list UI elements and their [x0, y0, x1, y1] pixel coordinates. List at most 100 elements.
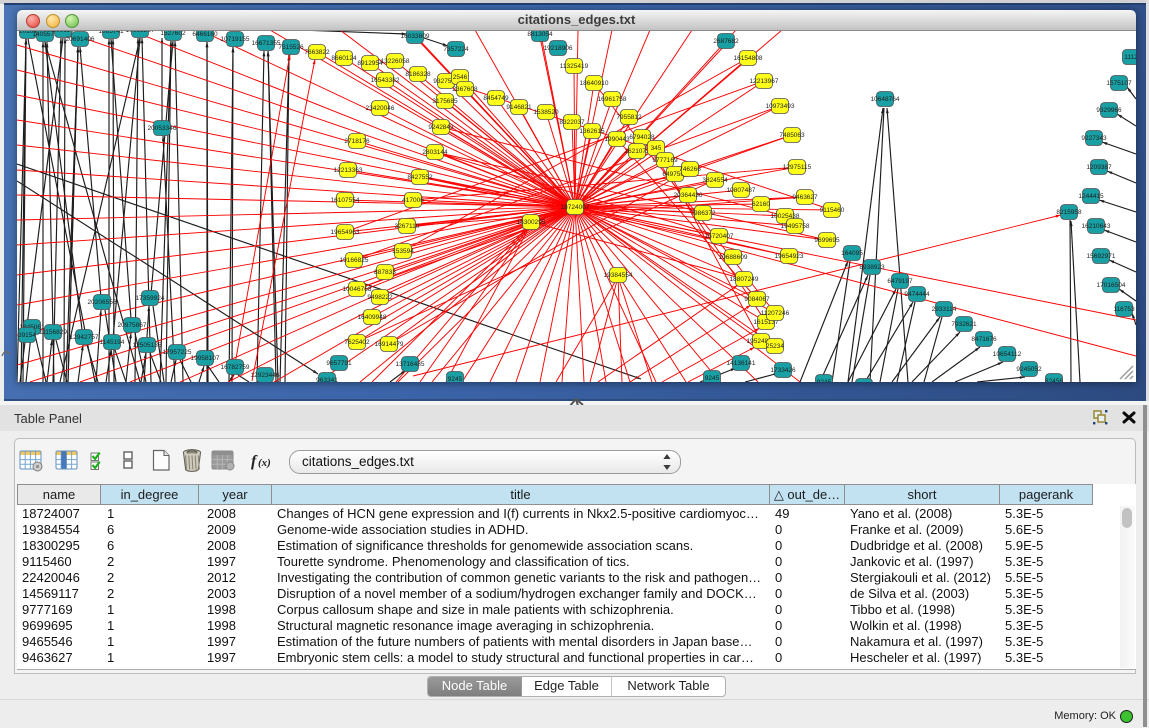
svg-text:19166825: 19166825: [340, 257, 369, 264]
svg-text:9474444: 9474444: [904, 291, 930, 298]
svg-text:3824554: 3824554: [702, 177, 728, 184]
svg-text:7485063: 7485063: [779, 132, 805, 139]
svg-text:1733426: 1733426: [770, 367, 796, 374]
svg-text:15720407: 15720407: [705, 233, 734, 240]
svg-text:887833: 887833: [374, 269, 396, 276]
svg-text:9498222: 9498222: [367, 294, 393, 301]
svg-text:14136141: 14136141: [727, 360, 756, 367]
svg-text:116753: 116753: [1113, 306, 1135, 313]
svg-text:16543382: 16543382: [371, 77, 400, 84]
svg-text:12975115: 12975115: [783, 164, 812, 171]
svg-text:9657791: 9657791: [326, 360, 352, 367]
svg-text:10688609: 10688609: [719, 254, 748, 261]
svg-text:62160: 62160: [752, 201, 770, 208]
svg-text:9115460: 9115460: [820, 207, 845, 214]
svg-text:1575107: 1575107: [1106, 80, 1132, 87]
svg-text:1362615: 1362615: [579, 128, 605, 135]
svg-text:18300295: 18300295: [517, 219, 546, 226]
svg-text:2367608: 2367608: [452, 86, 478, 93]
svg-text:16961758: 16961758: [598, 96, 627, 103]
svg-text:7955812: 7955812: [616, 114, 642, 121]
svg-text:8471676: 8471676: [971, 336, 997, 343]
svg-text:8938923: 8938923: [859, 264, 885, 271]
svg-text:7357224: 7357224: [443, 46, 469, 53]
svg-text:3267110: 3267110: [395, 223, 420, 230]
svg-text:1209387: 1209387: [1086, 164, 1112, 171]
svg-text:7986372: 7986372: [690, 210, 716, 217]
svg-text:9699695: 9699695: [814, 237, 840, 244]
svg-text:18807249: 18807249: [730, 276, 759, 283]
svg-text:9329966: 9329966: [1096, 107, 1122, 114]
svg-text:25234: 25234: [766, 343, 784, 350]
svg-text:7932621: 7932621: [951, 321, 977, 328]
svg-text:11207246: 11207246: [761, 310, 790, 317]
svg-text:9245: 9245: [448, 376, 463, 382]
svg-text:164095: 164095: [841, 250, 863, 257]
svg-text:1990443: 1990443: [604, 136, 630, 143]
svg-text:19384554: 19384554: [604, 272, 633, 279]
svg-text:9084067: 9084067: [744, 296, 770, 303]
svg-text:2933114: 2933114: [932, 306, 957, 313]
svg-text:153594: 153594: [392, 248, 414, 255]
svg-text:8912954: 8912954: [357, 60, 383, 67]
svg-text:2546: 2546: [453, 74, 468, 81]
svg-text:8660124: 8660124: [331, 55, 357, 62]
svg-text:19654923: 19654923: [775, 253, 804, 260]
svg-text:19654963: 19654963: [331, 229, 360, 236]
svg-text:345: 345: [651, 145, 662, 152]
svg-text:746266: 746266: [679, 166, 701, 173]
svg-text:82456: 82456: [1045, 378, 1063, 382]
svg-text:10046768: 10046768: [343, 286, 372, 293]
svg-text:9245052: 9245052: [1016, 366, 1042, 373]
svg-text:16914479: 16914479: [375, 341, 404, 348]
svg-text:16210643: 16210643: [1082, 223, 1111, 230]
svg-text:17016504: 17016504: [1097, 282, 1126, 289]
svg-text:7663822: 7663822: [304, 49, 330, 56]
svg-text:6794028: 6794028: [629, 134, 655, 141]
svg-text:12213967: 12213967: [750, 78, 779, 85]
svg-text:7625402: 7625402: [344, 339, 370, 346]
svg-text:(x): (x): [258, 457, 271, 469]
svg-text:13226058: 13226058: [381, 58, 410, 65]
svg-text:12213363: 12213363: [334, 167, 363, 174]
svg-text:2803144: 2803144: [422, 149, 448, 156]
svg-text:19495758: 19495758: [781, 223, 810, 230]
svg-text:1538520: 1538520: [533, 109, 559, 116]
svg-text:9245: 9245: [817, 379, 832, 382]
svg-text:16154808: 16154808: [734, 55, 763, 62]
svg-text:1112: 1112: [1124, 54, 1136, 61]
svg-text:8186328: 8186328: [405, 71, 431, 78]
svg-text:417006: 417006: [402, 197, 424, 204]
svg-text:23420046: 23420046: [366, 105, 395, 112]
svg-text:9777169: 9777169: [652, 157, 678, 164]
svg-text:19218906: 19218906: [544, 45, 573, 52]
svg-text:18640910: 18640910: [580, 80, 609, 87]
svg-text:2687682: 2687682: [713, 38, 739, 45]
svg-text:8215958: 8215958: [1056, 209, 1082, 216]
svg-text:16033809: 16033809: [401, 33, 430, 40]
svg-text:1621072: 1621072: [624, 148, 650, 155]
svg-text:2718176: 2718176: [344, 138, 370, 145]
svg-text:10807487: 10807487: [727, 187, 756, 194]
svg-text:1244415: 1244415: [1078, 193, 1104, 200]
svg-text:8427552: 8427552: [407, 174, 433, 181]
svg-text:963341: 963341: [316, 377, 338, 382]
svg-text:18724007: 18724007: [561, 204, 590, 211]
svg-text:3175685: 3175685: [432, 98, 458, 105]
svg-text:16107554: 16107554: [331, 197, 360, 204]
svg-text:8322037: 8322037: [559, 119, 585, 126]
svg-text:10648764: 10648764: [871, 96, 900, 103]
svg-text:f: f: [251, 453, 258, 470]
svg-text:6479197: 6479197: [887, 278, 913, 285]
svg-text:15692971: 15692971: [1087, 253, 1116, 260]
svg-text:9245: 9245: [705, 375, 720, 382]
svg-text:9242843: 9242843: [428, 124, 454, 131]
svg-text:10973493: 10973493: [766, 103, 795, 110]
svg-text:8813054: 8813054: [527, 31, 553, 38]
svg-text:8454749: 8454749: [483, 95, 509, 102]
svg-text:9146821: 9146821: [506, 104, 532, 111]
svg-text:20364436: 20364436: [674, 192, 703, 199]
svg-text:13716485: 13716485: [396, 361, 425, 368]
svg-text:9463627: 9463627: [792, 194, 818, 201]
svg-text:9227343: 9227343: [1081, 135, 1107, 142]
